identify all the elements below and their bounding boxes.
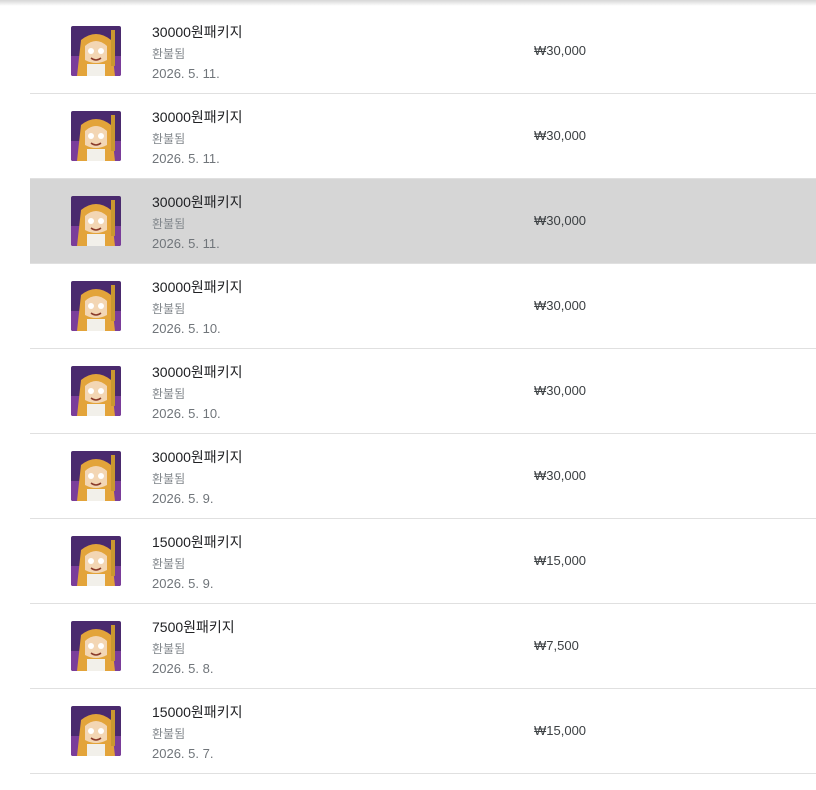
purchase-date: 2026. 5. 11. [152,151,220,166]
purchase-date: 2026. 5. 10. [152,321,221,336]
game-app-icon [71,111,121,161]
game-app-icon [71,196,121,246]
purchase-date: 2026. 5. 9. [152,576,214,591]
item-price: ₩30,000 [534,468,587,483]
refund-status: 환불됨 [152,47,186,61]
purchase-date: 2026. 5. 11. [152,66,220,81]
item-price: ₩30,000 [534,383,587,398]
item-title: 30000원패키지 [152,194,243,210]
game-app-icon [71,26,121,76]
purchase-history-list: 30000원패키지 환불됨 2026. 5. 11. ₩30,000 30000… [30,9,816,774]
game-app-icon [71,366,121,416]
refund-status: 환불됨 [152,557,186,571]
item-title: 7500원패키지 [152,619,235,635]
item-title: 15000원패키지 [152,534,243,550]
item-title: 30000원패키지 [152,24,243,40]
item-price: ₩30,000 [534,43,587,58]
refund-status: 환불됨 [152,132,186,146]
game-app-icon [71,536,121,586]
refund-status: 환불됨 [152,642,186,656]
item-title: 30000원패키지 [152,449,243,465]
purchase-row[interactable]: 30000원패키지 환불됨 2026. 5. 11. ₩30,000 [30,9,816,94]
item-price: ₩30,000 [534,298,587,313]
refund-status: 환불됨 [152,387,186,401]
purchase-date: 2026. 5. 7. [152,746,214,761]
purchase-row[interactable]: 7500원패키지 환불됨 2026. 5. 8. ₩7,500 [30,604,816,689]
purchase-date: 2026. 5. 8. [152,661,214,676]
refund-status: 환불됨 [152,217,186,231]
item-title: 15000원패키지 [152,704,243,720]
header-shadow [0,0,816,6]
item-title: 30000원패키지 [152,364,243,380]
item-price: ₩7,500 [534,638,579,653]
refund-status: 환불됨 [152,472,186,486]
game-app-icon [71,451,121,501]
item-price: ₩15,000 [534,553,587,568]
item-title: 30000원패키지 [152,109,243,125]
game-app-icon [71,621,121,671]
item-price: ₩15,000 [534,723,587,738]
purchase-row[interactable]: 30000원패키지 환불됨 2026. 5. 10. ₩30,000 [30,349,816,434]
purchase-row[interactable]: 30000원패키지 환불됨 2026. 5. 11. ₩30,000 [30,94,816,179]
game-app-icon [71,706,121,756]
purchase-row[interactable]: 30000원패키지 환불됨 2026. 5. 10. ₩30,000 [30,264,816,349]
purchase-date: 2026. 5. 10. [152,406,221,421]
item-price: ₩30,000 [534,128,587,143]
purchase-row[interactable]: 15000원패키지 환불됨 2026. 5. 7. ₩15,000 [30,689,816,774]
purchase-date: 2026. 5. 9. [152,491,214,506]
purchase-date: 2026. 5. 11. [152,236,220,251]
item-price: ₩30,000 [534,213,587,228]
refund-status: 환불됨 [152,302,186,316]
game-app-icon [71,281,121,331]
item-title: 30000원패키지 [152,279,243,295]
purchase-row[interactable]: 30000원패키지 환불됨 2026. 5. 9. ₩30,000 [30,434,816,519]
refund-status: 환불됨 [152,727,186,741]
purchase-row-selected[interactable]: 30000원패키지 환불됨 2026. 5. 11. ₩30,000 [30,179,816,264]
purchase-row[interactable]: 15000원패키지 환불됨 2026. 5. 9. ₩15,000 [30,519,816,604]
